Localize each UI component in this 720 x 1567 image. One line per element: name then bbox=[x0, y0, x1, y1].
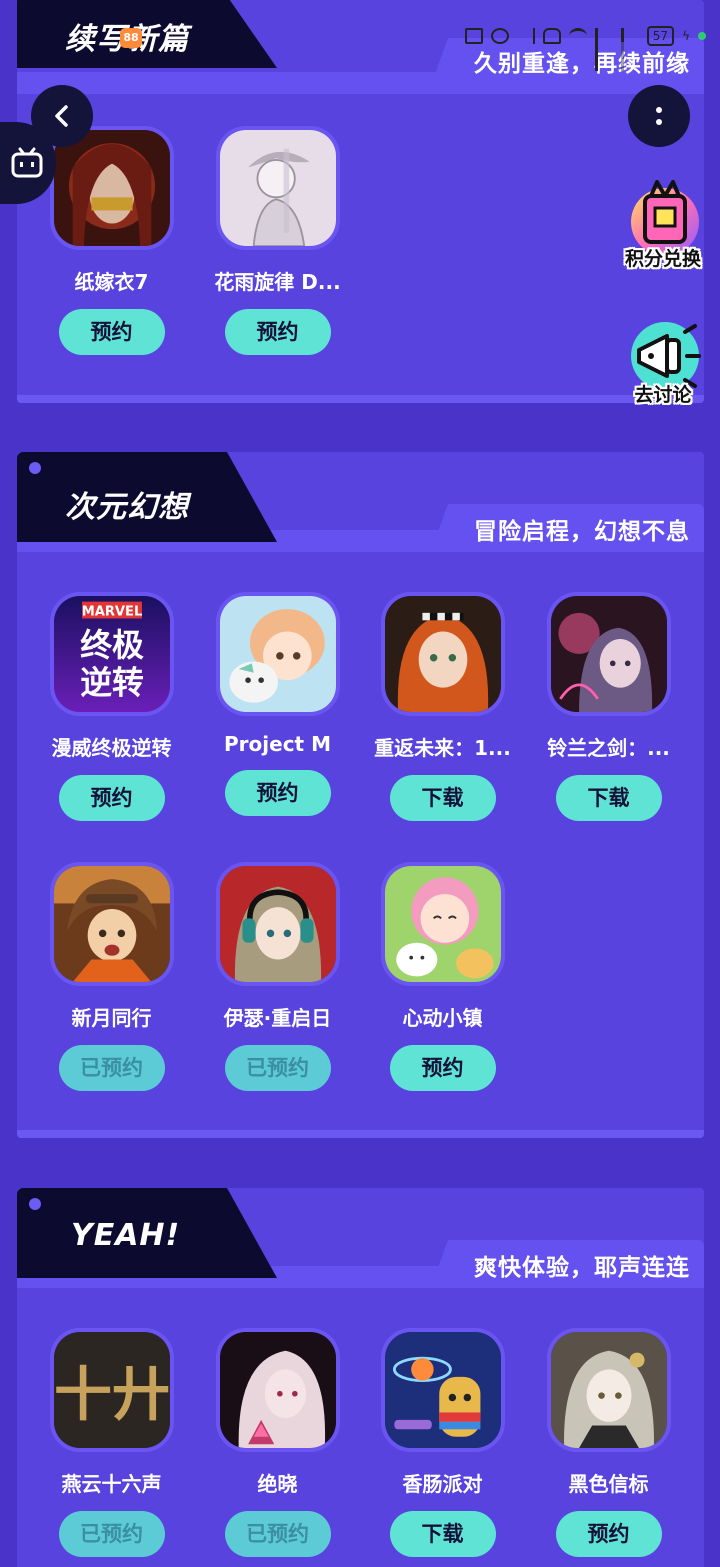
game-card[interactable]: 重返未来：1... 下载 bbox=[360, 592, 525, 821]
signal-5g-icon bbox=[594, 28, 613, 71]
game-name: 绝晓 bbox=[257, 1472, 298, 1496]
marvel-brand-text: MARVEL bbox=[81, 605, 142, 620]
reserved-button[interactable]: 已预约 bbox=[224, 1511, 331, 1557]
game-card[interactable]: 十廾 燕云十六声 已预约 bbox=[29, 1328, 194, 1557]
reserve-button[interactable]: 预约 bbox=[58, 775, 165, 821]
section-subtitle: 爽快体验，耶声连连 bbox=[474, 1255, 690, 1281]
game-icon[interactable] bbox=[380, 1328, 505, 1452]
game-icon[interactable] bbox=[546, 592, 671, 716]
game-name: 花雨旋律 D... bbox=[214, 270, 341, 294]
game-card[interactable]: MARVEL 终极 逆转 漫威终极逆转 预约 bbox=[29, 592, 194, 821]
game-icon[interactable] bbox=[215, 126, 340, 250]
status-dot bbox=[698, 32, 706, 40]
more-vertical-icon bbox=[656, 107, 662, 125]
section-title: 次元幻想 bbox=[65, 490, 189, 525]
section-header: 次元幻想 冒险启程，幻想不息 bbox=[17, 452, 704, 552]
game-icon[interactable] bbox=[215, 1328, 340, 1452]
discuss-button[interactable]: 去讨论 bbox=[615, 310, 711, 407]
more-menu-button[interactable] bbox=[628, 85, 690, 147]
section-subtitle: 久别重逢，再续前缘 bbox=[474, 51, 690, 77]
game-icon[interactable] bbox=[380, 592, 505, 716]
marvel-logo-text-line2: 逆转 bbox=[80, 664, 144, 701]
download-button[interactable]: 下载 bbox=[389, 1511, 496, 1557]
points-exchange-label: 积分兑换 bbox=[624, 248, 701, 270]
game-name: 重返未来：1... bbox=[374, 736, 511, 760]
game-name: 伊瑟·重启日 bbox=[223, 1006, 332, 1030]
section-sequels: 续写新篇 久别重逢，再续前缘 纸嫁衣7 预约 花雨旋律 D... 预约 bbox=[17, 0, 704, 403]
tv-icon bbox=[11, 147, 43, 178]
game-icon[interactable] bbox=[380, 862, 505, 986]
game-card[interactable]: 花雨旋律 D... 预约 bbox=[195, 126, 360, 355]
game-name: 漫威终极逆转 bbox=[51, 736, 172, 760]
game-icon[interactable] bbox=[546, 1328, 671, 1452]
game-card[interactable]: 绝晓 已预约 bbox=[195, 1328, 360, 1557]
game-name: 燕云十六声 bbox=[61, 1472, 162, 1496]
section-logo-badge: 88 bbox=[120, 28, 142, 48]
charging-icon: ϟ bbox=[682, 29, 690, 43]
reserved-button[interactable]: 已预约 bbox=[224, 1045, 331, 1091]
status-bar: 57 ϟ bbox=[464, 24, 706, 71]
game-name: 纸嫁衣7 bbox=[74, 270, 149, 294]
alarm-icon bbox=[490, 28, 509, 44]
section-yeah: YEAH! 爽快体验，耶声连连 十廾 燕云十六声 已预约 绝晓 已预约 香肠派对… bbox=[17, 1188, 704, 1567]
reserved-button[interactable]: 已预约 bbox=[58, 1045, 165, 1091]
game-name: Project M bbox=[224, 732, 331, 756]
game-name: 新月同行 bbox=[71, 1006, 152, 1030]
game-icon[interactable] bbox=[215, 592, 340, 716]
discuss-label: 去讨论 bbox=[634, 384, 692, 406]
chevron-left-icon bbox=[55, 105, 68, 127]
mute-bell-icon bbox=[542, 28, 561, 44]
bluetooth-icon bbox=[517, 28, 535, 44]
reserve-button[interactable]: 预约 bbox=[555, 1511, 662, 1557]
section-title: YEAH! bbox=[71, 1218, 181, 1253]
reserve-button[interactable]: 预约 bbox=[58, 309, 165, 355]
game-name: 铃兰之剑：... bbox=[547, 736, 670, 760]
reserved-button[interactable]: 已预约 bbox=[58, 1511, 165, 1557]
game-name: 香肠派对 bbox=[402, 1472, 483, 1496]
signal-2g-icon bbox=[620, 28, 639, 71]
back-button[interactable] bbox=[31, 85, 93, 147]
game-card[interactable]: 伊瑟·重启日 已预约 bbox=[195, 862, 360, 1091]
yanyun-logo-text: 十廾 bbox=[54, 1360, 170, 1428]
download-button[interactable]: 下载 bbox=[389, 775, 496, 821]
wifi-icon bbox=[568, 28, 587, 44]
section-subtitle: 冒险启程，幻想不息 bbox=[474, 519, 690, 545]
game-name: 心动小镇 bbox=[402, 1006, 483, 1030]
section-fantasy: 次元幻想 冒险启程，幻想不息 MARVEL 终极 逆转 漫威终极逆转 预约 Proj… bbox=[17, 452, 704, 1138]
section-header: YEAH! 爽快体验，耶声连连 bbox=[17, 1188, 704, 1288]
battery-indicator: 57 bbox=[646, 26, 675, 46]
download-button[interactable]: 下载 bbox=[555, 775, 662, 821]
points-exchange-button[interactable]: 积分兑换 bbox=[615, 174, 711, 271]
game-icon[interactable] bbox=[49, 862, 174, 986]
game-card[interactable]: 香肠派对 下载 bbox=[360, 1328, 525, 1557]
game-card[interactable]: Project M 预约 bbox=[195, 592, 360, 816]
reserve-button[interactable]: 预约 bbox=[224, 770, 331, 816]
game-icon[interactable]: MARVEL 终极 逆转 bbox=[49, 592, 174, 716]
game-icon[interactable] bbox=[215, 862, 340, 986]
game-card[interactable]: 新月同行 已预约 bbox=[29, 862, 194, 1091]
game-name: 黑色信标 bbox=[568, 1472, 649, 1496]
game-card[interactable]: 黑色信标 预约 bbox=[526, 1328, 691, 1557]
page: 57 ϟ 续写新篇 久别重逢，再续前缘 纸嫁衣7 预约 花雨旋律 D... 预约 bbox=[0, 0, 720, 1567]
marvel-logo-text-line1: 终极 bbox=[80, 627, 144, 664]
game-card[interactable]: 心动小镇 预约 bbox=[360, 862, 525, 1091]
game-card[interactable]: 铃兰之剑：... 下载 bbox=[526, 592, 691, 821]
reserve-button[interactable]: 预约 bbox=[224, 309, 331, 355]
reserve-button[interactable]: 预约 bbox=[389, 1045, 496, 1091]
cast-icon bbox=[464, 28, 483, 44]
game-icon[interactable]: 十廾 bbox=[49, 1328, 174, 1452]
